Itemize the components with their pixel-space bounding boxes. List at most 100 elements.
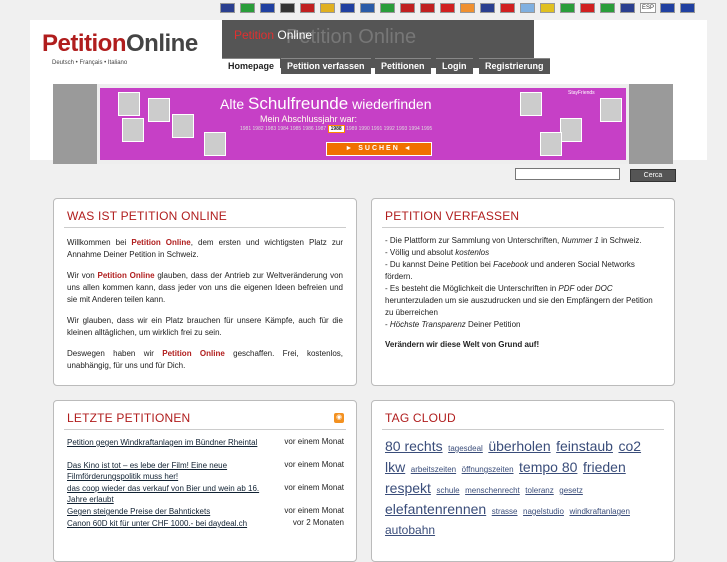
petition-time: vor einem Monat	[284, 506, 344, 515]
br-flag[interactable]	[560, 3, 575, 13]
mx-flag[interactable]	[380, 3, 395, 13]
petition-link[interactable]: Gegen steigende Preise der Bahntickets	[67, 506, 267, 517]
box-title: PETITION VERFASSEN	[385, 209, 520, 223]
tag-link[interactable]: tagesdeal	[448, 444, 483, 453]
tag-link[interactable]: frieden	[583, 459, 626, 475]
tab-petition-verfassen[interactable]: Petition verfassen	[281, 58, 371, 74]
it2-flag[interactable]	[600, 3, 615, 13]
banner-search-button[interactable]: ► SUCHEN ◄	[326, 142, 432, 156]
tab-petitionen[interactable]: Petitionen	[375, 58, 431, 74]
eu-flag[interactable]	[660, 3, 675, 13]
ca-flag[interactable]	[580, 3, 595, 13]
list-item: Gegen steigende Preise der Bahntickets vo…	[67, 506, 346, 518]
list-item: Das Kino ist tot – es lebe der Film! Ein…	[67, 460, 346, 483]
tag-link[interactable]: nagelstudio	[523, 507, 564, 516]
banner-subtitle: Mein Abschlussjahr war:	[260, 114, 358, 124]
tag-link[interactable]: windkraftanlagen	[569, 507, 629, 516]
banner-photo-right	[629, 84, 673, 164]
divider	[382, 227, 664, 228]
de-flag[interactable]	[280, 3, 295, 13]
box-verfassen: PETITION VERFASSEN - Die Plattform zur S…	[371, 198, 675, 386]
stayfriends-logo: StayFriends	[568, 90, 595, 96]
tr-flag[interactable]	[500, 3, 515, 13]
search-button[interactable]: Cerca	[630, 169, 676, 182]
petition-time: vor einem Monat	[284, 437, 344, 446]
petition-link[interactable]: das coop wieder das verkauf von Bier und…	[67, 483, 267, 505]
ch-flag[interactable]	[440, 3, 455, 13]
rss-icon[interactable]: ◉	[334, 413, 344, 423]
tag-link[interactable]: feinstaub	[556, 438, 613, 454]
list-item: das coop wieder das verkauf von Bier und…	[67, 483, 346, 506]
tag-link[interactable]: respekt	[385, 480, 431, 496]
tag-link[interactable]: überholen	[488, 438, 550, 454]
intro-text: Willkommen bei Petition Online, dem erst…	[67, 238, 344, 370]
face-photo	[560, 118, 582, 142]
tag-link[interactable]: lkw	[385, 459, 405, 475]
tag-link[interactable]: öffnungszeiten	[462, 465, 514, 474]
tag-link[interactable]: strasse	[492, 507, 518, 516]
divider	[64, 227, 346, 228]
petition-time: vor einem Monat	[284, 460, 344, 469]
fr2-flag[interactable]	[680, 3, 695, 13]
tag-link[interactable]: menschenrecht	[465, 486, 520, 495]
it-flag[interactable]	[240, 3, 255, 13]
face-photo	[600, 98, 622, 122]
face-photo	[520, 92, 542, 116]
ro-flag[interactable]	[340, 3, 355, 13]
esp-flag[interactable]: ESP	[640, 3, 656, 13]
tag-link[interactable]: schule	[436, 486, 459, 495]
ad-banner[interactable]: Alte Schulfreunde wiederfinden Mein Absc…	[53, 84, 673, 164]
petition-link[interactable]: Das Kino ist tot – es lebe der Film! Ein…	[67, 460, 267, 482]
petition-link[interactable]: Petition gegen Windkraftanlagen im Bündn…	[67, 437, 267, 448]
tab-registrierung[interactable]: Registrierung	[479, 58, 550, 74]
box-was-ist: WAS IST PETITION ONLINE Willkommen bei P…	[53, 198, 357, 386]
box-title: TAG CLOUD	[385, 411, 456, 425]
in-flag[interactable]	[460, 3, 475, 13]
uk-flag[interactable]	[220, 3, 235, 13]
selected-year[interactable]: 1988	[327, 125, 345, 133]
features-text: - Die Plattform zur Sammlung von Untersc…	[385, 235, 661, 351]
tag-link[interactable]: co2	[618, 438, 641, 454]
tag-link[interactable]: autobahn	[385, 523, 435, 537]
box-letzte-petitionen: LETZTE PETITIONEN ◉ Petition gegen Windk…	[53, 400, 357, 562]
header-strip-title: Petition Online	[234, 28, 313, 42]
list-item: Petition gegen Windkraftanlagen im Bündn…	[67, 437, 346, 460]
face-photo	[122, 118, 144, 142]
se-flag[interactable]	[360, 3, 375, 13]
cz-flag[interactable]	[400, 3, 415, 13]
list-item: Canon 60D kit für unter CHF 1000.- bei d…	[67, 518, 346, 530]
site-logo[interactable]: PetitionOnline	[42, 30, 198, 58]
petition-list: Petition gegen Windkraftanlagen im Bündn…	[67, 437, 346, 530]
banner-title: Alte Schulfreunde wiederfinden	[220, 94, 432, 113]
language-links[interactable]: Deutsch • Français • Italiano	[52, 60, 127, 66]
banner-photo-left	[53, 84, 97, 164]
ar-flag[interactable]	[520, 3, 535, 13]
face-photo	[148, 98, 170, 122]
tag-link[interactable]: tempo 80	[519, 459, 577, 475]
tag-link[interactable]: 80 rechts	[385, 438, 443, 454]
au-flag[interactable]	[480, 3, 495, 13]
co-flag[interactable]	[540, 3, 555, 13]
es-flag[interactable]	[320, 3, 335, 13]
petition-link[interactable]: Canon 60D kit für unter CHF 1000.- bei d…	[67, 518, 277, 529]
banner-panel: Alte Schulfreunde wiederfinden Mein Absc…	[100, 88, 626, 160]
nl-flag[interactable]	[300, 3, 315, 13]
box-tag-cloud: TAG CLOUD 80 rechts tagesdeal überholen …	[371, 400, 675, 562]
face-photo	[172, 114, 194, 138]
at-flag[interactable]	[420, 3, 435, 13]
face-photo	[118, 92, 140, 116]
search-input[interactable]	[515, 168, 620, 180]
nz-flag[interactable]	[620, 3, 635, 13]
fr-flag[interactable]	[260, 3, 275, 13]
year-selector[interactable]: 1981 1982 1983 1984 1985 1986 1987 1988 …	[240, 125, 432, 133]
tab-homepage[interactable]: Homepage	[222, 58, 281, 74]
face-photo	[204, 132, 226, 156]
divider	[64, 429, 346, 430]
tag-link[interactable]: gesetz	[559, 486, 583, 495]
tag-link[interactable]: arbeitszeiten	[411, 465, 456, 474]
face-photo	[540, 132, 562, 156]
tag-link[interactable]: toleranz	[525, 486, 553, 495]
tab-login[interactable]: Login	[436, 58, 473, 74]
divider	[382, 429, 664, 430]
tag-link[interactable]: elefantenrennen	[385, 501, 486, 517]
